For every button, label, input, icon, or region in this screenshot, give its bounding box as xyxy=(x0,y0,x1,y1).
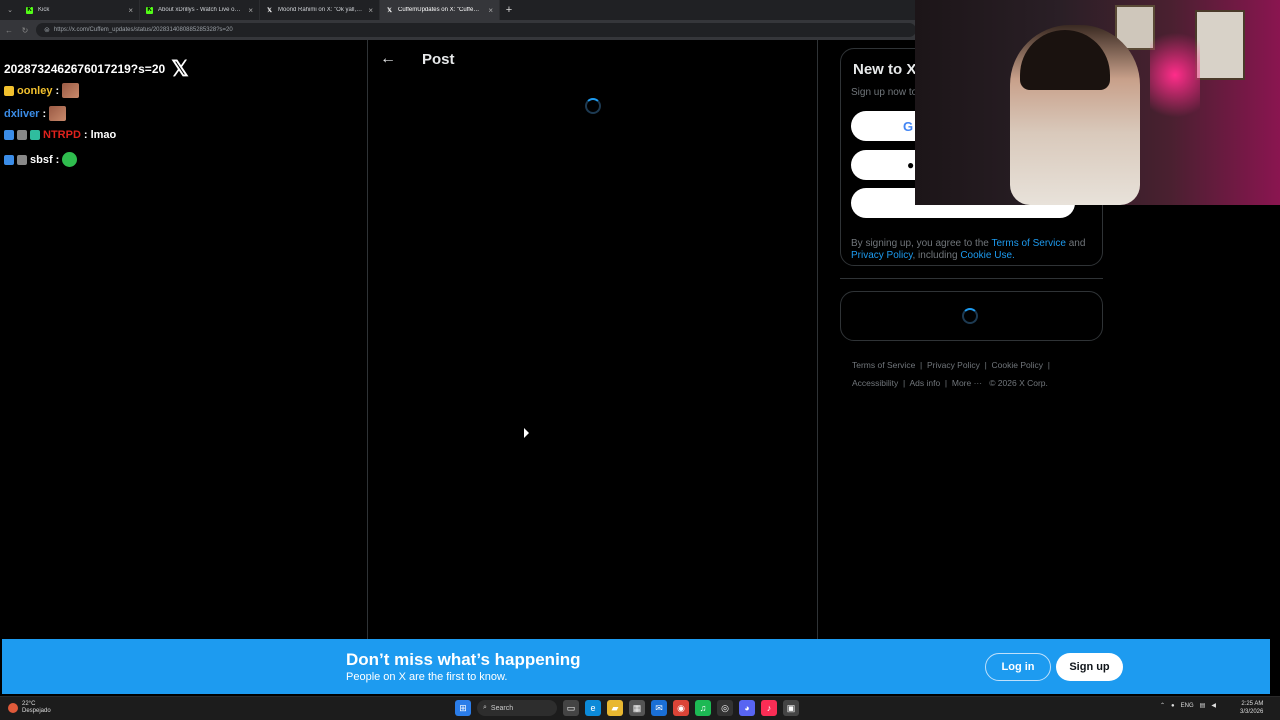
app-icon[interactable]: ▣ xyxy=(783,700,799,716)
trends-card xyxy=(840,291,1103,341)
signup-button[interactable]: Sign up xyxy=(1056,653,1123,681)
spotify-icon[interactable]: ♫ xyxy=(695,700,711,716)
pink-light xyxy=(1150,20,1200,130)
emote-icon xyxy=(62,83,80,98)
emote-icon xyxy=(49,106,67,121)
chevron-up-icon[interactable]: ⌃ xyxy=(1160,702,1165,709)
new-tab-icon[interactable]: + xyxy=(500,0,518,20)
tab-menu-icon[interactable]: ⌄ xyxy=(0,0,20,20)
close-tab-icon[interactable]: × xyxy=(128,6,133,15)
login-button[interactable]: Log in xyxy=(985,653,1051,681)
browser-tab-active[interactable]: 𝕏 CuffemUpdates on X: "Cuffem ke × xyxy=(380,0,500,20)
banner-headline: Don’t miss what’s happening xyxy=(346,650,581,669)
microphone-icon[interactable]: ● xyxy=(1171,703,1175,709)
edge-icon[interactable]: e xyxy=(585,700,601,716)
chat-message: NTRPD : lmao xyxy=(4,129,116,141)
main-column: ← Post xyxy=(368,40,818,640)
footer-links: Terms of Service | Privacy Policy | Cook… xyxy=(852,360,1050,388)
store-icon[interactable]: ▦ xyxy=(629,700,645,716)
footer-link[interactable]: Accessibility xyxy=(852,378,898,388)
apple-icon: ● xyxy=(907,158,915,172)
chat-panel: 2028732462676017219?s=20 𝕏 oonley : dxli… xyxy=(0,40,368,640)
footer-link[interactable]: More ··· xyxy=(952,378,982,388)
file-explorer-icon[interactable]: ▰ xyxy=(607,700,623,716)
arrow-left-icon[interactable]: ← xyxy=(380,50,396,68)
taskbar: 22°C Despejado ⊞ ⌕ Search ▭ e ▰ ▦ ✉ ◉ ♫ … xyxy=(0,696,1280,720)
privacy-link[interactable]: Privacy Policy xyxy=(851,250,913,261)
weather-icon xyxy=(8,703,18,713)
weather-widget[interactable]: 22°C Despejado xyxy=(8,701,51,715)
x-logo-icon: 𝕏 xyxy=(171,56,189,81)
reload-icon[interactable]: ↻ xyxy=(20,26,30,35)
copyright: © 2026 X Corp. xyxy=(989,378,1048,388)
close-tab-icon[interactable]: × xyxy=(368,6,373,15)
close-tab-icon[interactable]: × xyxy=(488,6,493,15)
browser-tab[interactable]: K Kick × xyxy=(20,0,140,20)
signup-heading: New to X xyxy=(853,61,917,78)
discord-icon[interactable]: ◕ xyxy=(739,700,755,716)
google-icon: G xyxy=(903,118,914,134)
wall-frame xyxy=(1195,10,1245,80)
browser-tab[interactable]: 𝕏 Moond Rahimi on X: "Ok yall, if y × xyxy=(260,0,380,20)
taskbar-apps: ⊞ ⌕ Search ▭ e ▰ ▦ ✉ ◉ ♫ ◎ ◕ ♪ ▣ xyxy=(455,700,799,716)
network-icon[interactable]: ▤ xyxy=(1200,702,1206,709)
verified-badge-icon xyxy=(4,154,14,165)
webcam-overlay xyxy=(915,0,1280,205)
volume-icon[interactable]: ◀ xyxy=(1211,702,1216,709)
terms-link[interactable]: Terms of Service xyxy=(991,238,1065,249)
chat-message: oonley : xyxy=(4,83,80,98)
mail-icon[interactable]: ✉ xyxy=(651,700,667,716)
chat-header: 2028732462676017219?s=20 𝕏 xyxy=(4,56,189,81)
signup-subheading: Sign up now to xyxy=(851,87,918,98)
back-nav-icon[interactable]: ← xyxy=(4,26,14,35)
sub-badge-icon xyxy=(17,154,27,165)
chat-message: sbsf : xyxy=(4,152,78,167)
footer-link[interactable]: Privacy Policy xyxy=(927,360,980,370)
system-tray: ⌃ ● ENG ▤ ◀ xyxy=(1160,702,1216,710)
crown-badge-icon xyxy=(4,85,14,96)
cookie-link[interactable]: Cookie Use. xyxy=(960,250,1014,261)
kick-icon: K xyxy=(26,6,33,14)
gift-badge-icon xyxy=(30,130,40,140)
footer-link[interactable]: Terms of Service xyxy=(852,360,915,370)
footer-link[interactable]: Ads info xyxy=(909,378,940,388)
verified-badge-icon xyxy=(4,130,14,140)
taskbar-search[interactable]: ⌕ Search xyxy=(477,700,557,716)
divider xyxy=(840,278,1103,279)
obs-icon[interactable]: ◎ xyxy=(717,700,733,716)
terms-text: By signing up, you agree to the Terms of… xyxy=(851,238,1086,261)
close-tab-icon[interactable]: × xyxy=(248,6,253,15)
search-icon: ⌕ xyxy=(483,704,487,711)
x-icon: 𝕏 xyxy=(267,7,272,14)
loading-spinner-icon xyxy=(585,98,601,114)
clock[interactable]: 2:25 AM 3/3/2026 xyxy=(1240,700,1263,716)
chrome-icon[interactable]: ◉ xyxy=(673,700,689,716)
banner-subline: People on X are the first to know. xyxy=(346,671,508,683)
task-view-icon[interactable]: ▭ xyxy=(563,700,579,716)
site-info-icon[interactable]: ⊜ xyxy=(44,26,50,34)
url-field[interactable]: ⊜ https://x.com/Cuffem_updates/status/20… xyxy=(36,23,916,37)
mouse-cursor-icon xyxy=(524,428,529,438)
footer-link[interactable]: Cookie Policy xyxy=(992,360,1044,370)
kick-icon: K xyxy=(146,6,153,14)
windows-start-icon[interactable]: ⊞ xyxy=(455,700,471,716)
x-icon: 𝕏 xyxy=(387,7,392,14)
loading-spinner-icon xyxy=(962,308,978,324)
sub-badge-icon xyxy=(17,130,27,140)
music-icon[interactable]: ♪ xyxy=(761,700,777,716)
page-title: Post xyxy=(422,51,455,68)
emote-icon xyxy=(62,152,78,167)
browser-tab[interactable]: K About xDrillys - Watch Live on Kick × xyxy=(140,0,260,20)
signup-banner: Don’t miss what’s happening People on X … xyxy=(2,639,1270,694)
chat-message: dxliver : xyxy=(4,106,67,121)
